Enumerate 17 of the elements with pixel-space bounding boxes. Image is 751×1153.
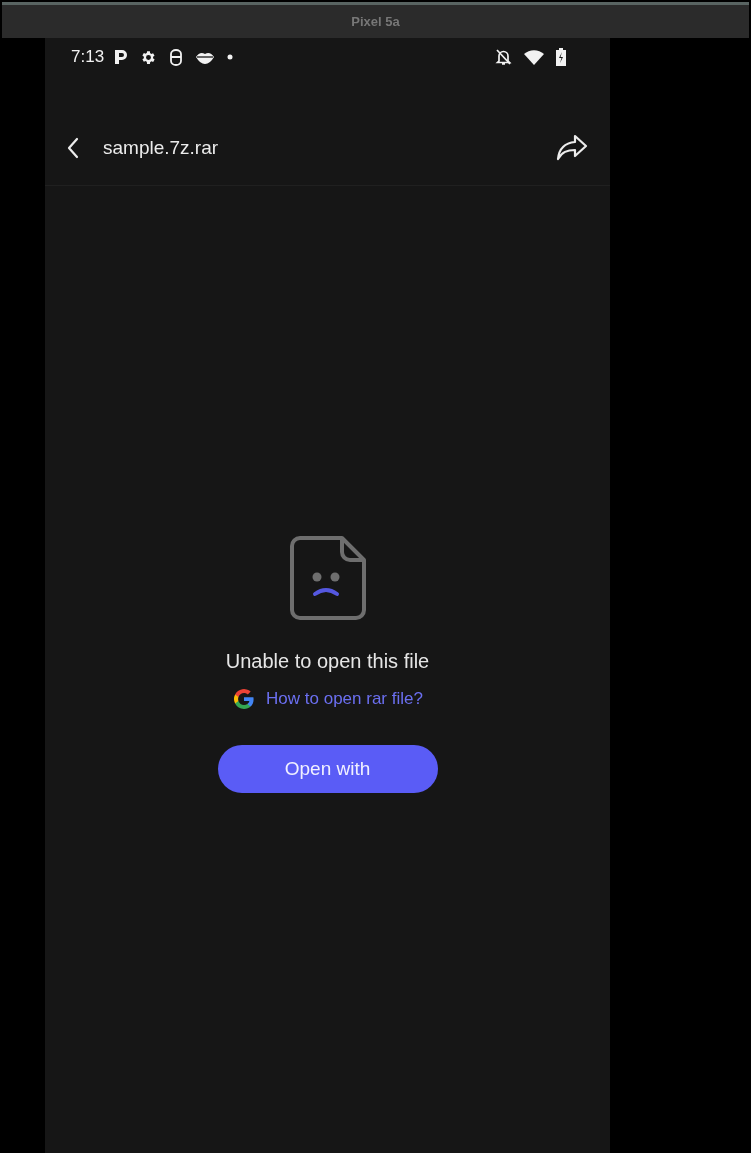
dot-icon [227, 54, 234, 60]
app-p-icon [114, 49, 129, 65]
file-title: sample.7z.rar [103, 136, 220, 159]
gear-icon [140, 48, 158, 66]
status-time: 7:13 [71, 47, 105, 67]
open-with-button[interactable]: Open with [217, 745, 438, 793]
back-icon [67, 136, 79, 159]
wifi-icon [524, 49, 544, 65]
window-title: Pixel 5a [351, 14, 400, 29]
sad-file-icon [289, 536, 366, 620]
bell-off-icon [495, 48, 512, 66]
share-icon [556, 133, 588, 162]
help-link[interactable]: How to open rar file? [232, 687, 423, 711]
lips-icon [195, 50, 216, 64]
google-g-icon [232, 687, 257, 711]
error-message: Unable to open this file [225, 650, 430, 673]
battery-icon [556, 48, 566, 66]
